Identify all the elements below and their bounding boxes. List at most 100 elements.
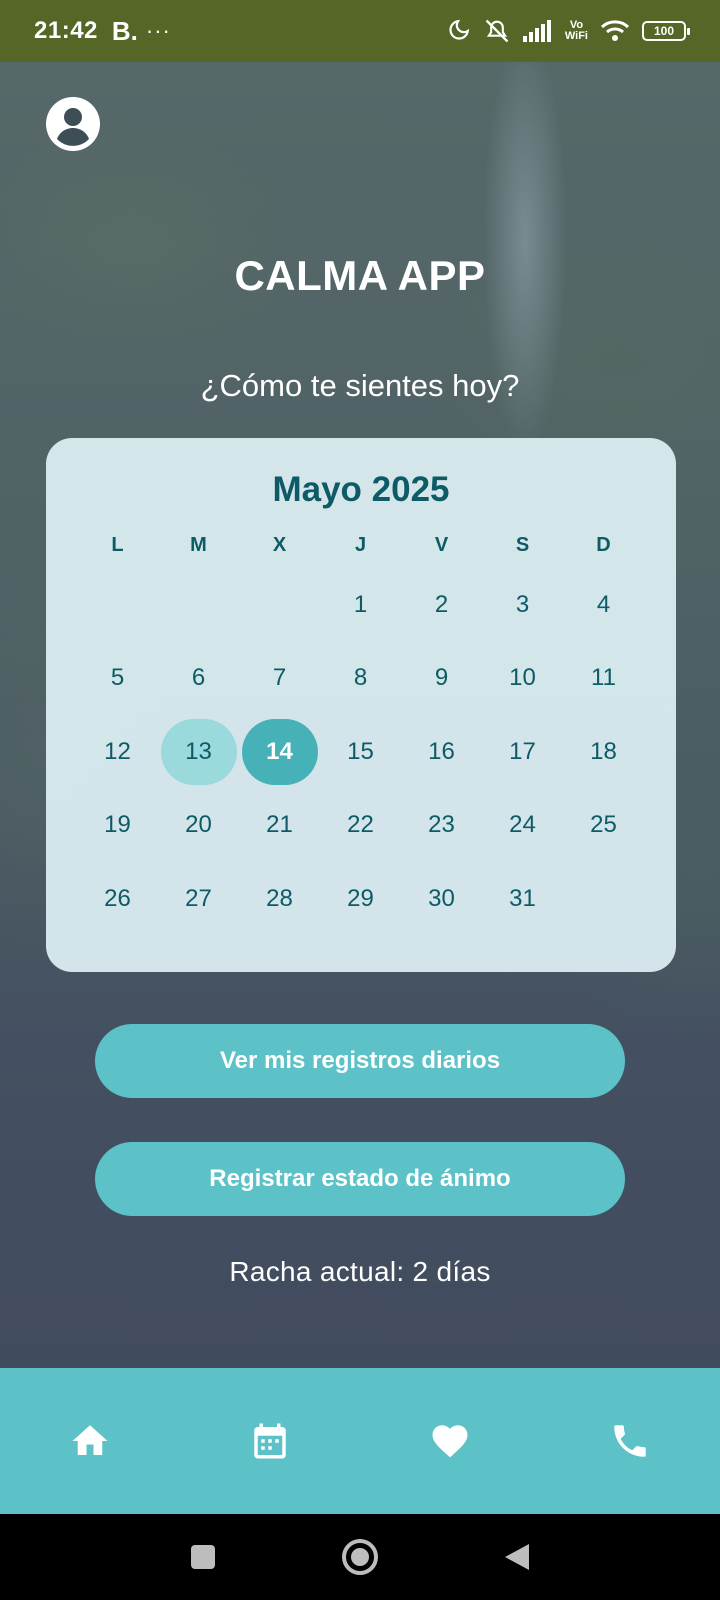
calendar-day-number: 9 <box>434 664 449 692</box>
calendar-day[interactable]: 28 <box>239 862 320 936</box>
calendar-weekdays: L M X J V S D <box>77 534 645 557</box>
nav-call[interactable] <box>540 1368 720 1514</box>
calendar-day[interactable]: 8 <box>320 642 401 716</box>
heart-icon <box>432 1425 468 1458</box>
calendar-day[interactable]: 3 <box>482 568 563 642</box>
moon-icon <box>449 19 470 40</box>
calendar-day-number: 26 <box>104 884 131 912</box>
calendar-day[interactable]: 26 <box>77 862 158 936</box>
calendar-day[interactable]: 13 <box>158 715 239 789</box>
calendar-day[interactable]: 6 <box>158 642 239 716</box>
bottom-nav <box>0 1368 720 1514</box>
calendar-day[interactable]: 5 <box>77 642 158 716</box>
back-button[interactable] <box>494 1534 540 1580</box>
calendar-day-selected[interactable]: 14 <box>239 715 320 789</box>
status-more-icon: ··· <box>145 18 171 43</box>
calendar-day-number: 30 <box>428 884 455 912</box>
calendar-day-number: 8 <box>353 664 368 692</box>
calendar-day-number: 27 <box>185 884 212 912</box>
mood-question: ¿Cómo te sientes hoy? <box>200 368 520 403</box>
calendar-empty-cell <box>158 568 239 642</box>
register-mood-button[interactable]: Registrar estado de ánimo <box>95 1142 625 1216</box>
mute-icon <box>485 19 509 43</box>
calendar-day-number: 7 <box>272 664 287 692</box>
weekday-label: S <box>515 534 530 556</box>
calendar-day[interactable]: 7 <box>239 642 320 716</box>
calendar-day-number: 20 <box>185 811 212 839</box>
calendar-day[interactable]: 1 <box>320 568 401 642</box>
phone-icon <box>614 1425 646 1457</box>
nav-calendar[interactable] <box>180 1368 360 1514</box>
calendar-day-number: 21 <box>266 811 293 839</box>
calendar-day-number: 16 <box>428 737 455 765</box>
calendar-day-number: 22 <box>347 811 374 839</box>
calendar-day-number: 13 <box>160 718 237 785</box>
calendar-day-number: 10 <box>509 664 536 692</box>
calendar-day[interactable]: 20 <box>158 789 239 863</box>
vowifi-bottom: WiFi <box>564 30 588 42</box>
calendar-grid: 1 2 3 4 5 6 7 8 9 10 11 12 13 14 15 16 17 18 19 20 21 22 23 24 2… <box>77 568 645 936</box>
calendar-day[interactable]: 18 <box>563 715 644 789</box>
wifi-icon <box>600 20 630 41</box>
calendar-day[interactable]: 21 <box>239 789 320 863</box>
calendar-icon <box>254 1423 286 1459</box>
view-records-button[interactable]: Ver mis registros diarios <box>95 1024 625 1098</box>
calendar-day[interactable]: 12 <box>77 715 158 789</box>
system-nav-bar <box>0 1514 720 1600</box>
calendar-day-number: 2 <box>434 590 449 618</box>
calendar-day[interactable]: 31 <box>482 862 563 936</box>
calendar-day[interactable]: 2 <box>401 568 482 642</box>
recents-button[interactable] <box>180 1534 226 1580</box>
calendar-day-number: 15 <box>347 737 374 765</box>
calendar-day-number: 18 <box>590 737 617 765</box>
home-icon <box>72 1425 108 1455</box>
signal-icon <box>522 20 551 42</box>
calendar-day[interactable]: 29 <box>320 862 401 936</box>
calendar-day[interactable]: 30 <box>401 862 482 936</box>
calendar-day[interactable]: 15 <box>320 715 401 789</box>
calendar-day-number: 25 <box>590 811 617 839</box>
calendar-day-number: 19 <box>104 811 131 839</box>
calendar-day[interactable]: 25 <box>563 789 644 863</box>
calendar-day[interactable]: 11 <box>563 642 644 716</box>
calendar-card: Mayo 2025 L M X J V S D 1 2 3 4 5 6 7 8 9 10 11 12 1… <box>46 438 676 972</box>
calendar-day-number: 5 <box>110 664 125 692</box>
back-triangle-icon <box>505 1544 529 1570</box>
vowifi-indicator: Vo WiFi <box>565 20 588 42</box>
calendar-month-title: Mayo 2025 <box>272 470 450 509</box>
profile-icon[interactable] <box>45 96 101 152</box>
calendar-day[interactable]: 10 <box>482 642 563 716</box>
calendar-day[interactable]: 16 <box>401 715 482 789</box>
weekday-label: V <box>434 534 449 556</box>
calendar-day[interactable]: 27 <box>158 862 239 936</box>
circle-icon <box>342 1539 378 1575</box>
battery-icon: 100 <box>642 21 690 41</box>
calendar-day-number: 1 <box>353 590 368 618</box>
calendar-empty-cell <box>77 568 158 642</box>
calendar-day[interactable]: 17 <box>482 715 563 789</box>
weekday-label: M <box>190 534 207 556</box>
calendar-empty-cell <box>239 568 320 642</box>
calendar-day-number: 6 <box>191 664 206 692</box>
weekday-label: L <box>111 534 124 556</box>
square-icon <box>191 1545 215 1569</box>
status-carrier: B. <box>111 15 138 46</box>
calendar-day[interactable]: 23 <box>401 789 482 863</box>
calendar-day[interactable]: 9 <box>401 642 482 716</box>
nav-home[interactable] <box>0 1368 180 1514</box>
calendar-day-number: 4 <box>596 590 611 618</box>
calendar-day-number: 17 <box>509 737 536 765</box>
calendar-day[interactable]: 22 <box>320 789 401 863</box>
streak-text: Racha actual: 2 días <box>229 1256 491 1287</box>
calendar-day-number: 31 <box>509 884 536 912</box>
status-time: 21:42 <box>34 17 98 44</box>
calendar-day[interactable]: 4 <box>563 568 644 642</box>
calendar-day[interactable]: 19 <box>77 789 158 863</box>
app-title: CALMA APP <box>234 252 486 299</box>
weekday-label: D <box>596 534 611 556</box>
home-system-button[interactable] <box>337 1534 383 1580</box>
status-bar: 21:42 B. ··· Vo WiFi 100 <box>0 0 720 62</box>
calendar-day-number: 3 <box>515 590 530 618</box>
nav-favorites[interactable] <box>360 1368 540 1514</box>
calendar-day[interactable]: 24 <box>482 789 563 863</box>
